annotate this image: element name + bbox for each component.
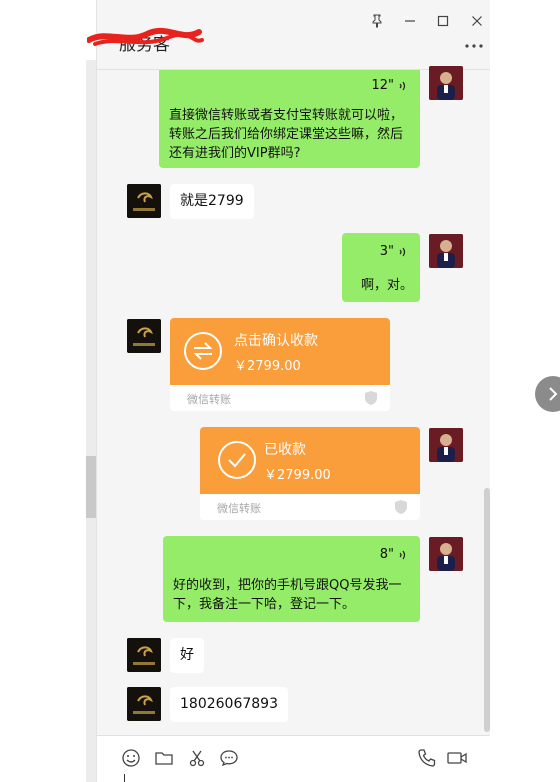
phone-icon[interactable] bbox=[417, 748, 439, 770]
close-icon[interactable] bbox=[465, 10, 489, 32]
minimize-icon[interactable] bbox=[398, 10, 422, 32]
transfer-label: 微信转账 bbox=[217, 502, 261, 515]
voice-duration: 12" bbox=[371, 76, 408, 95]
left-panel bbox=[0, 0, 97, 782]
text-cursor bbox=[124, 774, 125, 782]
video-icon[interactable] bbox=[446, 748, 468, 770]
text-message-bubble[interactable]: 好 bbox=[170, 638, 204, 673]
redaction-scribble bbox=[87, 27, 204, 46]
contact-avatar[interactable] bbox=[127, 319, 161, 353]
transfer-arrows-icon bbox=[184, 332, 222, 370]
message-text: 18026067893 bbox=[180, 696, 278, 712]
voice-transcript: 啊，对。 bbox=[361, 278, 414, 293]
transfer-title: 点击确认收款 bbox=[234, 333, 318, 349]
more-options-icon[interactable] bbox=[462, 36, 486, 56]
message-text: 好 bbox=[180, 647, 194, 663]
voice-wave-icon bbox=[399, 550, 406, 559]
scissors-icon[interactable] bbox=[187, 748, 209, 770]
voice-duration: 3" bbox=[380, 242, 408, 261]
transfer-card-pending[interactable]: 点击确认收款 ￥2799.00 微信转账 bbox=[170, 318, 390, 411]
self-avatar[interactable] bbox=[429, 234, 463, 268]
voice-transcript: 好的收到，把你的手机号跟QQ号发我一下，我备注一下哈，登记一下。 bbox=[173, 578, 402, 612]
text-message-bubble[interactable]: 就是2799 bbox=[170, 184, 254, 219]
voice-duration: 8" bbox=[380, 545, 408, 564]
chat-bubble-icon[interactable] bbox=[219, 748, 241, 770]
voice-message-bubble[interactable]: 12" 直接微信转账或者支付宝转账就可以啦，转账之后我们给你绑定课堂这些嘛，然后… bbox=[159, 70, 420, 168]
folder-icon[interactable] bbox=[154, 748, 176, 770]
check-icon bbox=[218, 441, 256, 479]
voice-message-bubble[interactable]: 8" 好的收到，把你的手机号跟QQ号发我一下，我备注一下哈，登记一下。 bbox=[163, 536, 420, 622]
voice-transcript: 直接微信转账或者支付宝转账就可以啦，转账之后我们给你绑定课堂这些嘛，然后还有进我… bbox=[169, 108, 404, 161]
message-text: 就是2799 bbox=[180, 193, 244, 209]
emoji-icon[interactable] bbox=[121, 748, 143, 770]
contact-avatar[interactable] bbox=[127, 687, 161, 721]
self-avatar[interactable] bbox=[429, 537, 463, 571]
transfer-title: 已收款 bbox=[264, 442, 306, 458]
voice-wave-icon bbox=[399, 81, 406, 90]
text-message-bubble[interactable]: 18026067893 bbox=[170, 687, 288, 722]
voice-message-bubble[interactable]: 3" 啊，对。 bbox=[342, 233, 420, 302]
left-scrollbar-track[interactable] bbox=[86, 60, 96, 782]
shield-icon bbox=[395, 500, 407, 514]
transfer-amount: ￥2799.00 bbox=[234, 359, 301, 374]
contact-avatar[interactable] bbox=[127, 638, 161, 672]
chevron-right-icon bbox=[549, 387, 558, 401]
shield-icon bbox=[365, 391, 377, 405]
contact-avatar[interactable] bbox=[127, 184, 161, 218]
transfer-label: 微信转账 bbox=[187, 393, 231, 406]
self-avatar[interactable] bbox=[429, 66, 463, 100]
input-toolbar bbox=[97, 735, 490, 782]
chat-area: 服务客 12" 直接微信转账或者支付宝转账就可以啦，转账之后我们给你绑定课堂这些… bbox=[87, 0, 490, 782]
voice-wave-icon bbox=[399, 247, 406, 256]
transfer-card-received[interactable]: 已收款 ￥2799.00 微信转账 bbox=[200, 427, 420, 520]
chat-header: 服务客 bbox=[87, 0, 490, 70]
pin-icon[interactable] bbox=[365, 10, 389, 32]
maximize-icon[interactable] bbox=[431, 10, 455, 32]
self-avatar[interactable] bbox=[429, 428, 463, 462]
transfer-amount: ￥2799.00 bbox=[264, 468, 331, 483]
left-scrollbar-thumb[interactable] bbox=[86, 456, 96, 518]
